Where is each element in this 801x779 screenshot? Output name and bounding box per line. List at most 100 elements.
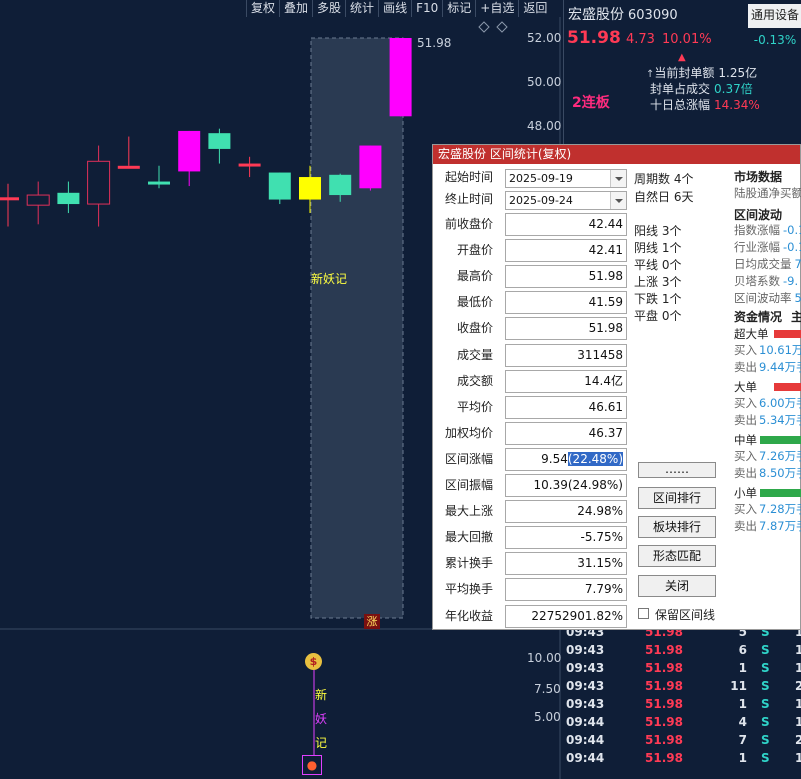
sector-rank-button[interactable]: 板块排行 bbox=[638, 516, 716, 538]
stat-field-value[interactable]: 31.15% bbox=[505, 552, 627, 576]
stock-name: 宏盛股份 bbox=[568, 7, 624, 23]
end-time-select[interactable]: 2025-09-24 bbox=[505, 191, 627, 210]
candle-13[interactable] bbox=[389, 38, 412, 117]
candle-3[interactable] bbox=[87, 145, 111, 227]
keep-range-checkbox[interactable] bbox=[638, 608, 649, 619]
diamond-icon[interactable] bbox=[496, 21, 508, 33]
annotation-label[interactable]: 新妖记 bbox=[311, 270, 347, 287]
stat-field-value[interactable]: -5.75% bbox=[505, 526, 627, 550]
candle-2[interactable] bbox=[57, 181, 80, 214]
fund-sell-value: 5.34万手 bbox=[759, 413, 801, 427]
candle-1[interactable] bbox=[26, 181, 50, 225]
stat-field-value[interactable]: 51.98 bbox=[505, 317, 627, 341]
toolbar-button-5[interactable]: F10 bbox=[411, 0, 442, 17]
candle-6[interactable] bbox=[178, 130, 201, 187]
dialog-title[interactable]: 宏盛股份 区间统计(复权) bbox=[433, 145, 800, 164]
stat-field-row: 最低价 41.59 bbox=[433, 290, 633, 316]
toolbar-button-3[interactable]: 统计 bbox=[345, 0, 378, 17]
candle-9[interactable] bbox=[268, 172, 291, 205]
stat-field-row: 最高价 51.98 bbox=[433, 264, 633, 290]
fund-sell-row: 卖出5.34万手 bbox=[734, 412, 801, 428]
tick-time: 09:44 bbox=[566, 715, 605, 729]
stat-value-text: 42.44 bbox=[588, 217, 623, 231]
tick-row: 09:43 51.98 11 S 2 bbox=[563, 679, 801, 697]
stat-field-value[interactable]: 22752901.82% bbox=[505, 604, 627, 628]
candle-body bbox=[26, 194, 50, 206]
start-time-select[interactable]: 2025-09-19 bbox=[505, 169, 627, 188]
stat-field-value[interactable]: 9.54(22.48%) bbox=[505, 447, 627, 471]
candle-8[interactable] bbox=[238, 156, 261, 178]
stat-field-label: 成交额 bbox=[456, 373, 493, 388]
toolbar-button-4[interactable]: 画线 bbox=[378, 0, 411, 17]
stat-field-value[interactable]: 10.39(24.98%) bbox=[505, 474, 627, 497]
candle-4[interactable] bbox=[117, 136, 140, 169]
stat-field-value[interactable]: 41.59 bbox=[505, 291, 627, 315]
pattern-match-button[interactable]: 形态匹配 bbox=[638, 545, 716, 567]
candle-12[interactable] bbox=[359, 145, 382, 191]
candle-body bbox=[238, 163, 261, 167]
stat-field-row: 成交量 311458 bbox=[433, 343, 633, 369]
tick-side: S bbox=[761, 679, 770, 693]
northbound-net-buy: 陆股通净买额 bbox=[734, 186, 801, 200]
toolbar-button-6[interactable]: 标记 bbox=[442, 0, 475, 17]
stat-field-value[interactable]: 42.41 bbox=[505, 239, 627, 263]
fund-tab[interactable]: 主 bbox=[791, 308, 801, 325]
stat-field-label: 平均价 bbox=[456, 399, 493, 414]
fund-title: 资金情况 bbox=[734, 310, 783, 324]
tick-count: 1 bbox=[795, 751, 801, 765]
stat-field-value[interactable]: 51.98 bbox=[505, 265, 627, 289]
stat-field-value[interactable]: 14.4亿 bbox=[505, 369, 627, 393]
fund-sell-label: 卖出 bbox=[734, 519, 757, 533]
tick-price: 51.98 bbox=[645, 715, 683, 729]
volatility-row: 日均成交量 7 bbox=[734, 256, 801, 272]
stat-field-value[interactable]: 7.79% bbox=[505, 578, 627, 602]
more-button[interactable]: …… bbox=[638, 462, 716, 478]
candle-body bbox=[87, 160, 111, 205]
tick-list[interactable]: 09:43 51.98 5 S 1 09:43 51.98 6 S 1 09:43 51.98 1 S 1 0… bbox=[563, 625, 801, 779]
chevron-down-icon[interactable] bbox=[610, 192, 626, 209]
stat-field-label: 收盘价 bbox=[456, 321, 493, 336]
toolbar-button-7[interactable]: +自选 bbox=[475, 0, 518, 17]
tick-volume: 4 bbox=[738, 715, 747, 729]
yin-count: 阴线 1个 bbox=[634, 241, 682, 255]
stat-field-label: 加权均价 bbox=[444, 425, 493, 440]
stat-field-value[interactable]: 46.61 bbox=[505, 395, 627, 419]
toolbar-button-0[interactable]: 复权 bbox=[246, 0, 279, 17]
fund-sell-label: 卖出 bbox=[734, 466, 757, 480]
stat-field-row: 平均换手 7.79% bbox=[433, 577, 633, 603]
stat-field-value[interactable]: 24.98% bbox=[505, 500, 627, 524]
flame-icon[interactable]: ● bbox=[302, 755, 322, 775]
toolbar-button-8[interactable]: 返回 bbox=[518, 0, 551, 17]
candle-5[interactable] bbox=[148, 165, 170, 189]
fund-buy-label: 买入 bbox=[734, 396, 757, 410]
toolbar-button-1[interactable]: 叠加 bbox=[279, 0, 312, 17]
volatility-title: 区间波动 bbox=[734, 208, 783, 222]
stat-field-value[interactable]: 42.44 bbox=[505, 213, 627, 236]
fund-name: 小单 bbox=[734, 486, 757, 500]
start-time-label: 起始时间 bbox=[444, 170, 493, 184]
stat-value-text: 46.37 bbox=[588, 425, 623, 440]
volatility-value: -0.1 bbox=[783, 240, 801, 254]
consecutive-limit-badge: 2连板 bbox=[572, 95, 610, 111]
money-bag-icon[interactable]: $ bbox=[305, 653, 322, 670]
stat-field-value[interactable]: 311458 bbox=[505, 343, 627, 367]
close-button[interactable]: 关闭 bbox=[638, 575, 716, 597]
selection-range[interactable] bbox=[310, 37, 404, 619]
fund-name: 大单 bbox=[734, 380, 757, 394]
tick-row: 09:43 51.98 6 S 1 bbox=[563, 643, 801, 661]
fund-buy-label: 买入 bbox=[734, 502, 757, 516]
up-arrow-icon: ▲ bbox=[678, 52, 686, 63]
tick-count: 2 bbox=[795, 679, 801, 693]
candle-0[interactable] bbox=[0, 183, 19, 227]
toolbar-button-2[interactable]: 多股 bbox=[312, 0, 345, 17]
stat-field-value[interactable]: 46.37 bbox=[505, 421, 627, 445]
diamond-icon[interactable] bbox=[478, 21, 490, 33]
stat-value-text: 51.98 bbox=[588, 269, 623, 284]
candle-7[interactable] bbox=[208, 128, 231, 164]
stat-value-text: 22752901.82% bbox=[531, 608, 623, 623]
tick-time: 09:43 bbox=[566, 697, 605, 711]
chevron-down-icon[interactable] bbox=[610, 170, 626, 187]
range-rank-button[interactable]: 区间排行 bbox=[638, 487, 716, 509]
stock-title[interactable]: 宏盛股份 603090 bbox=[568, 4, 678, 24]
sector-button[interactable]: 通用设备 -0.13% bbox=[748, 4, 801, 52]
